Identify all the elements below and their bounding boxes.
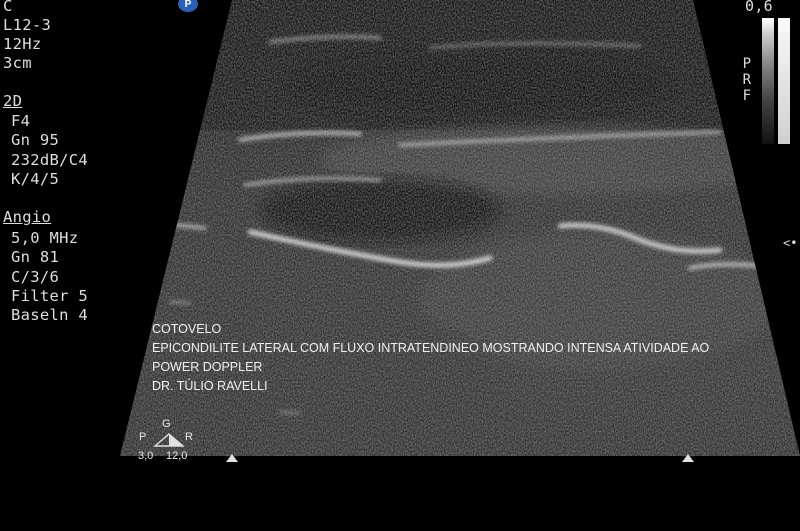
mode-2d-line: F4: [11, 112, 31, 130]
prf-label: PRF: [742, 56, 752, 104]
orientation-p: P: [139, 431, 147, 443]
color-scale-reference: [778, 18, 790, 144]
annotation-line: COTOVELO: [152, 322, 222, 336]
mode-2d-line: Gn 95: [11, 131, 60, 149]
probe-letter: C: [3, 0, 13, 15]
orientation-r: R: [185, 431, 193, 443]
color-scale-max: 0,6: [745, 0, 773, 15]
depth: 3cm: [3, 54, 32, 72]
mode-angio-line: Baseln 4: [11, 306, 89, 324]
mode-angio-line: 5,0 MHz: [11, 229, 79, 247]
mode-angio-line: Gn 81: [11, 248, 60, 266]
ultrasound-viewport: [120, 0, 800, 462]
orientation-g: G: [162, 418, 171, 430]
frame-rate: 12Hz: [3, 35, 42, 53]
mode-2d-title: 2D: [3, 92, 23, 110]
annotation-block: COTOVELO EPICONDILITE LATERAL COM FLUXO …: [152, 320, 772, 396]
focus-marker-icon: <•: [783, 236, 798, 250]
annotation-line: EPICONDILITE LATERAL COM FLUXO INTRATEND…: [152, 341, 710, 355]
color-scale-bar: [762, 18, 774, 144]
mode-angio-line: Filter 5: [11, 287, 89, 305]
mode-angio-line: C/3/6: [11, 268, 60, 286]
mode-angio-title: Angio: [3, 208, 52, 226]
annotation-line: DR. TÚLIO RAVELLI: [152, 379, 268, 393]
orientation-right-value: 12,0: [166, 450, 188, 462]
orientation-left-value: 3,0: [138, 450, 154, 462]
mode-2d-line: K/4/5: [11, 170, 60, 188]
annotation-line: POWER DOPPLER: [152, 360, 263, 374]
sonogram-image: [120, 0, 800, 456]
mode-2d-line: 232dB/C4: [11, 151, 89, 169]
probe-model: L12-3: [3, 16, 52, 34]
